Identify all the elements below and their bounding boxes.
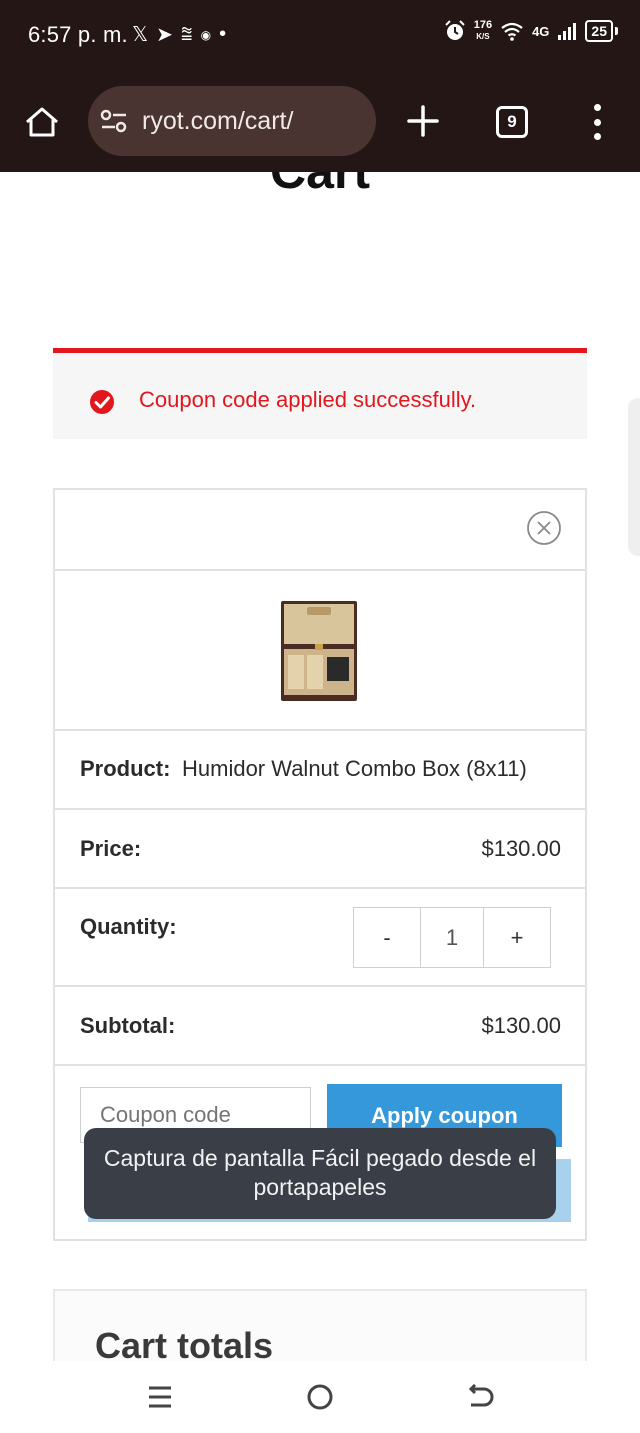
quantity-stepper: - 1 +	[353, 907, 551, 968]
battery-icon: 25	[585, 20, 613, 42]
edge-panel-handle[interactable]	[628, 398, 640, 556]
product-name-link[interactable]: Humidor Walnut Combo Box (8x11)	[182, 756, 527, 782]
status-bar: 6:57 p. m. 𝕏 ➤ ⩰ ◉ • 176 K/S 4G 25	[0, 0, 640, 72]
network-type: 4G	[532, 23, 550, 39]
price-row: Price: $130.00	[55, 810, 585, 889]
battery-tip	[615, 27, 618, 35]
remove-item-icon[interactable]	[526, 510, 562, 546]
product-row: Product: Humidor Walnut Combo Box (8x11)	[55, 731, 585, 810]
more-notifications-dot: •	[219, 23, 227, 45]
quantity-input[interactable]: 1	[421, 908, 484, 967]
site-settings-icon[interactable]	[100, 109, 128, 133]
subtotal-value: $130.00	[481, 1013, 561, 1038]
browser-toolbar: ryot.com/cart/ 9	[0, 72, 640, 172]
telegram-icon: ➤	[156, 24, 173, 46]
url-text: ryot.com/cart/	[142, 106, 294, 135]
check-circle-icon	[90, 390, 114, 414]
home-button[interactable]	[24, 106, 60, 138]
page-title: Cart	[0, 172, 640, 200]
subtotal-row: Subtotal: $130.00	[55, 987, 585, 1066]
subtotal-label: Subtotal:	[80, 1013, 176, 1038]
home-icon[interactable]	[307, 1384, 333, 1410]
menu-dot	[593, 118, 601, 126]
system-navigation-bar	[0, 1361, 640, 1433]
recent-apps-icon[interactable]	[148, 1386, 172, 1408]
status-time: 6:57 p. m.	[28, 22, 128, 47]
address-bar[interactable]: ryot.com/cart/	[88, 86, 376, 156]
network-speed: 176 K/S	[473, 19, 493, 42]
x-app-icon: 𝕏	[132, 24, 149, 46]
quantity-row: Quantity: - 1 +	[55, 889, 585, 987]
quantity-label: Quantity:	[80, 914, 177, 939]
price-value: $130.00	[481, 836, 561, 861]
clipboard-toast: Captura de pantalla Fácil pegado desde e…	[84, 1128, 556, 1219]
product-label: Product:	[80, 756, 171, 781]
status-right-icons: 176 K/S 4G 25	[444, 20, 618, 42]
browser-menu-button[interactable]	[590, 104, 604, 140]
wifi-icon	[501, 22, 523, 41]
cart-totals-panel: Cart totals	[53, 1289, 587, 1361]
notification-icons: 𝕏 ➤ ⩰ ◉ •	[132, 22, 226, 47]
price-label: Price:	[80, 836, 142, 861]
back-icon[interactable]	[466, 1384, 494, 1410]
menu-dot	[593, 133, 601, 140]
product-thumbnail[interactable]	[279, 599, 359, 703]
notice-text: Coupon code applied successfully.	[139, 387, 477, 412]
quantity-increase-button[interactable]: +	[484, 908, 550, 967]
menu-dot	[593, 104, 601, 111]
tab-switcher-button[interactable]: 9	[496, 106, 528, 138]
app-notification-icon: ◉	[200, 27, 212, 42]
new-tab-button[interactable]	[406, 104, 440, 138]
remove-row	[55, 490, 585, 571]
signal-icon	[558, 23, 577, 40]
success-notice: Coupon code applied successfully.	[53, 348, 587, 439]
quantity-decrease-button[interactable]: -	[354, 908, 421, 967]
alarm-icon	[445, 20, 465, 40]
cart-totals-title: Cart totals	[95, 1325, 274, 1361]
thumbnail-row	[55, 571, 585, 731]
capcut-icon: ⩰	[180, 23, 193, 45]
